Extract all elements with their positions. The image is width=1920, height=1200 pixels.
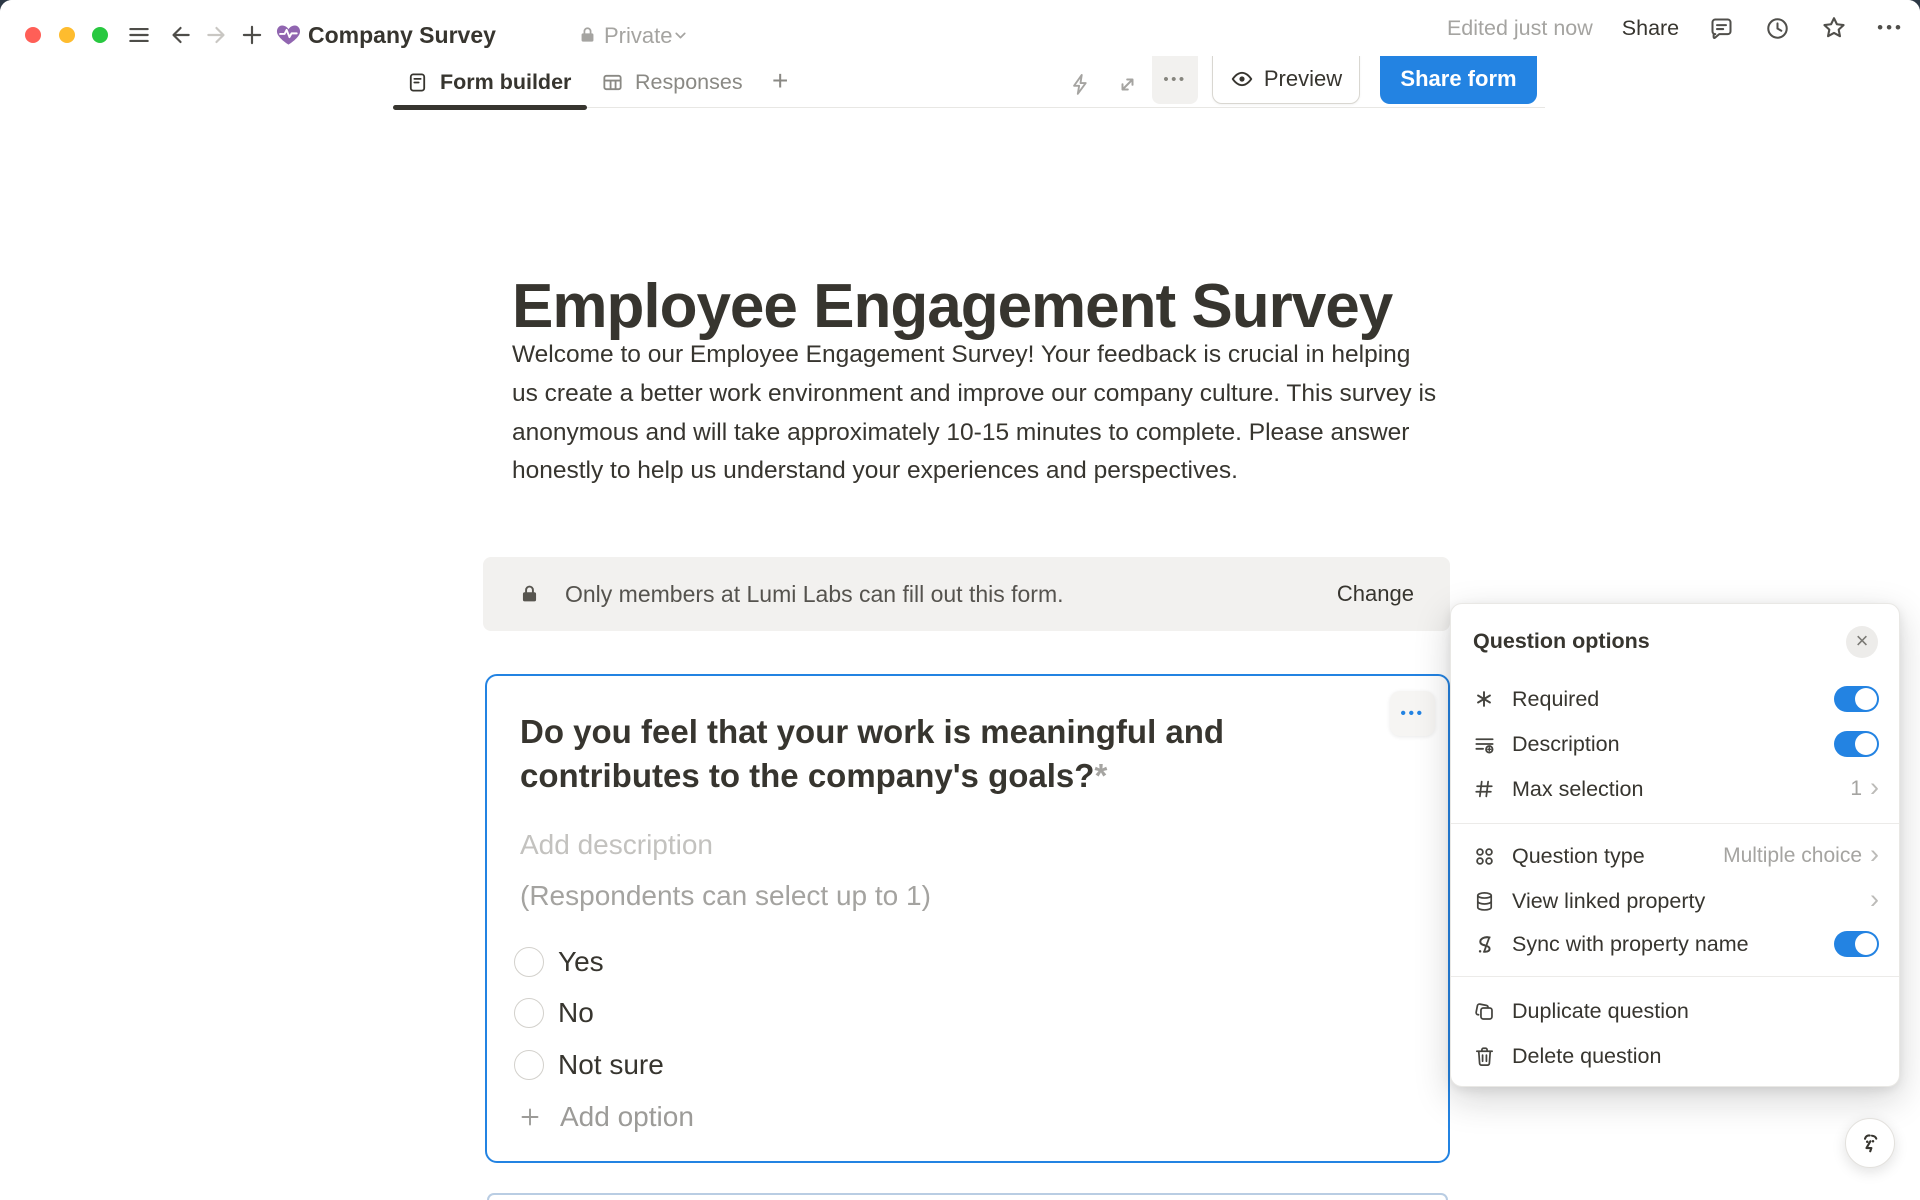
menu-divider (1451, 976, 1899, 977)
question-options-menu: Question options × Required Description (1450, 603, 1900, 1087)
tab-form-builder[interactable]: Form builder (406, 56, 571, 108)
expand-diagonal-icon[interactable] (1115, 72, 1140, 97)
option-label[interactable]: No (558, 997, 594, 1029)
app-window: Company Survey Private Edited just now S… (0, 0, 1920, 1200)
option-row-yes[interactable]: Yes (514, 936, 604, 988)
question-card[interactable]: ••• Do you feel that your work is meanin… (485, 674, 1450, 1163)
form-document-icon (406, 71, 429, 94)
responses-table-icon (601, 71, 624, 94)
titlebar: Company Survey Private Edited just now S… (0, 0, 1920, 56)
hash-icon (1471, 778, 1497, 800)
notion-ai-button[interactable] (1845, 1118, 1895, 1168)
close-icon: × (1856, 630, 1869, 652)
menu-row-question-type[interactable]: Question type Multiple choice › (1471, 834, 1879, 878)
required-asterisk: * (1094, 757, 1107, 794)
question-more-options-button[interactable]: ••• (1390, 691, 1435, 736)
add-option-label: Add option (560, 1101, 694, 1133)
favorite-star-icon[interactable] (1820, 14, 1848, 42)
option-row-not-sure[interactable]: Not sure (514, 1039, 664, 1091)
trash-icon (1471, 1045, 1497, 1068)
banner-text: Only members at Lumi Labs can fill out t… (565, 581, 1064, 608)
tab-responses[interactable]: Responses (601, 56, 743, 108)
description-toggle[interactable] (1834, 731, 1879, 757)
page-title[interactable]: Company Survey (308, 22, 496, 49)
preview-button[interactable]: Preview (1212, 56, 1360, 104)
max-selection-value: 1 (1850, 777, 1862, 801)
menu-divider (1451, 823, 1899, 824)
menu-row-required[interactable]: Required (1471, 677, 1879, 721)
share-form-button-label: Share form (1400, 66, 1516, 92)
menu-row-sync-property-name[interactable]: Sync with property name (1471, 922, 1879, 966)
banner-lock-icon (519, 583, 540, 604)
description-lines-icon (1471, 733, 1497, 756)
share-button[interactable]: Share (1622, 16, 1679, 41)
banner-change-button[interactable]: Change (1337, 581, 1414, 607)
selection-limit-hint: (Respondents can select up to 1) (520, 880, 931, 912)
add-option-plus-icon (518, 1105, 542, 1129)
menu-row-description[interactable]: Description (1471, 722, 1879, 766)
share-form-button[interactable]: Share form (1380, 56, 1537, 104)
view-more-options-icon: ••• (1163, 71, 1186, 88)
database-icon (1471, 890, 1497, 913)
question-more-options-icon: ••• (1400, 705, 1424, 723)
preview-eye-icon (1230, 67, 1254, 91)
history-clock-icon[interactable] (1764, 15, 1791, 42)
menu-row-duplicate-question[interactable]: Duplicate question (1471, 989, 1879, 1033)
tab-form-builder-label: Form builder (440, 70, 571, 95)
option-label[interactable]: Not sure (558, 1049, 664, 1081)
traffic-light-minimize[interactable] (59, 27, 75, 43)
sync-property-toggle[interactable] (1834, 931, 1879, 957)
preview-button-label: Preview (1264, 66, 1342, 92)
new-tab-icon[interactable] (239, 22, 265, 48)
question-type-value: Multiple choice (1723, 844, 1862, 868)
ai-face-icon (1855, 1128, 1885, 1158)
add-view-button[interactable]: + (772, 65, 788, 97)
tab-responses-label: Responses (635, 70, 743, 95)
next-question-card-edge[interactable] (487, 1193, 1448, 1200)
view-toolbar: Form builder Responses + ••• Preview Sha… (0, 56, 1920, 114)
form-title[interactable]: Employee Engagement Survey (512, 268, 1452, 346)
automations-lightning-icon[interactable] (1068, 72, 1093, 97)
sync-icon (1471, 933, 1497, 956)
lock-icon (578, 25, 597, 44)
duplicate-icon (1471, 1000, 1497, 1023)
forward-arrow-icon[interactable] (204, 22, 230, 48)
chevron-down-icon[interactable] (672, 27, 689, 44)
comments-icon[interactable] (1708, 15, 1735, 42)
close-button[interactable]: × (1846, 626, 1878, 658)
back-arrow-icon[interactable] (167, 22, 193, 48)
menu-row-max-selection[interactable]: Max selection 1 › (1471, 767, 1879, 811)
radio-circle[interactable] (514, 1050, 544, 1080)
question-type-grid-icon (1471, 845, 1497, 868)
radio-circle[interactable] (514, 947, 544, 977)
option-label[interactable]: Yes (558, 946, 604, 978)
radio-circle[interactable] (514, 998, 544, 1028)
sidebar-menu-icon[interactable] (126, 22, 152, 48)
chevron-right-icon: › (1870, 886, 1879, 913)
chevron-right-icon: › (1870, 841, 1879, 868)
chevron-right-icon: › (1870, 774, 1879, 801)
question-title[interactable]: Do you feel that your work is meaningful… (520, 710, 1320, 798)
traffic-light-close[interactable] (25, 27, 41, 43)
titlebar-right-cluster: Edited just now Share ••• (1447, 0, 1904, 56)
more-options-icon[interactable]: ••• (1877, 18, 1904, 38)
traffic-light-zoom[interactable] (92, 27, 108, 43)
add-option-button[interactable]: Add option (518, 1091, 694, 1143)
privacy-label[interactable]: Private (604, 23, 672, 49)
asterisk-icon (1471, 688, 1497, 710)
access-restriction-banner: Only members at Lumi Labs can fill out t… (483, 557, 1450, 631)
menu-row-delete-question[interactable]: Delete question (1471, 1034, 1879, 1078)
menu-row-view-linked-property[interactable]: View linked property › (1471, 879, 1879, 923)
form-intro-text[interactable]: Welcome to our Employee Engagement Surve… (512, 336, 1442, 491)
view-more-options-button[interactable]: ••• (1152, 56, 1198, 104)
edited-timestamp: Edited just now (1447, 16, 1593, 41)
menu-title: Question options (1473, 629, 1650, 654)
required-toggle[interactable] (1834, 686, 1879, 712)
option-row-no[interactable]: No (514, 987, 594, 1039)
page-emoji-heart-pulse-icon[interactable] (275, 21, 302, 48)
question-description-placeholder[interactable]: Add description (520, 829, 713, 861)
